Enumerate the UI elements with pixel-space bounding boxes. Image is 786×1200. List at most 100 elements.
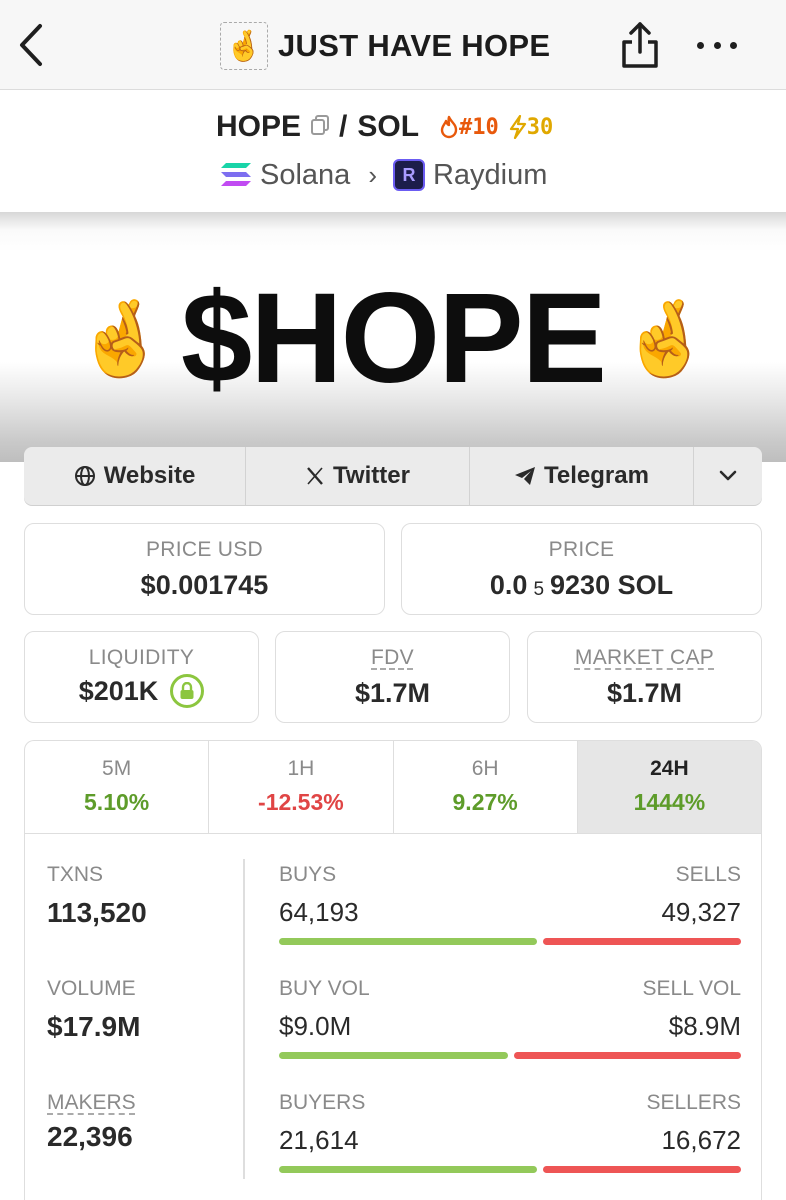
- liquidity-locked-button[interactable]: [170, 674, 205, 708]
- raydium-logo-icon: R: [392, 159, 425, 191]
- liquidity-card: LIQUIDITY $201K: [24, 631, 259, 723]
- buy-vol-value: $9.0M: [279, 1011, 352, 1041]
- buyers-sellers-bar: [279, 1166, 741, 1173]
- chevron-right-icon: ›: [368, 159, 377, 190]
- telegram-label: Telegram: [544, 462, 649, 489]
- pair-title: HOPE / SOL #10 30: [216, 107, 553, 147]
- sell-bar-fill: [514, 1052, 741, 1059]
- chain-breadcrumb: Solana › R Raydium: [220, 155, 547, 195]
- fdv-card[interactable]: FDV $1.7M: [275, 631, 510, 723]
- tab-6h[interactable]: 6H 9.27%: [394, 741, 578, 833]
- top-bar: 🤞 JUST HAVE HOPE: [0, 0, 786, 90]
- website-label: Website: [103, 462, 196, 489]
- pair-header: HOPE / SOL #10 30 Solana › R Raydium: [0, 91, 786, 211]
- share-button[interactable]: [620, 20, 660, 70]
- price-native-card: PRICE 0.0 5 9230 SOL: [401, 523, 762, 615]
- sell-vol-label: SELL VOL: [642, 977, 741, 1000]
- buy-bar-fill: [279, 1052, 509, 1059]
- lightning-icon: [509, 115, 526, 139]
- buy-sell-volume-stat: BUY VOL SELL VOL $9.0M $8.9M: [279, 977, 741, 1059]
- boost-badge[interactable]: 30: [509, 114, 554, 140]
- sells-value: 49,327: [661, 897, 741, 927]
- chevron-left-icon: [20, 24, 42, 66]
- fire-icon: [440, 115, 458, 139]
- price-native-label: PRICE: [548, 538, 615, 561]
- lock-icon: [180, 682, 194, 699]
- price-usd-card: PRICE USD $0.001745: [24, 523, 385, 615]
- sellers-value: 16,672: [661, 1125, 741, 1155]
- twitter-label: Twitter: [333, 462, 410, 489]
- liquidity-value: $201K: [78, 675, 159, 706]
- buy-bar-fill: [279, 1166, 537, 1173]
- tab-5m[interactable]: 5M 5.10%: [25, 741, 210, 833]
- tab-24h[interactable]: 24H 1444%: [577, 741, 761, 833]
- telegram-button[interactable]: Telegram: [470, 447, 694, 505]
- crossed-fingers-icon: 🤞: [220, 22, 268, 70]
- boost-value: 30: [526, 114, 554, 140]
- share-icon: [622, 22, 658, 68]
- buys-sells-stat: BUYS SELLS 64,193 49,327: [279, 863, 741, 945]
- token-banner: 🤞 $HOPE 🤞: [0, 212, 786, 462]
- buyers-label: BUYERS: [279, 1091, 366, 1114]
- sells-label: SELLS: [675, 863, 741, 886]
- change-1h: -12.53%: [258, 789, 344, 815]
- more-options-button[interactable]: [697, 30, 737, 60]
- price-usd-label: PRICE USD: [145, 538, 264, 561]
- market-cap-value: $1.7M: [606, 678, 683, 708]
- globe-icon: [74, 466, 95, 486]
- market-cap-card[interactable]: MARKET CAP $1.7M: [527, 631, 762, 723]
- chain-name[interactable]: Solana: [260, 159, 350, 192]
- price-usd-value: $0.001745: [140, 570, 269, 600]
- back-button[interactable]: [14, 22, 48, 68]
- buy-sell-volume-bar: [279, 1052, 741, 1059]
- stats-divider: [243, 859, 245, 1179]
- pair-separator: /: [339, 110, 348, 143]
- timeframe-tabs: 5M 5.10% 1H -12.53% 6H 9.27% 24H 1444%: [25, 741, 761, 834]
- sell-vol-value: $8.9M: [668, 1011, 741, 1041]
- banner-title: $HOPE: [181, 267, 607, 410]
- app-title: JUST HAVE HOPE: [278, 28, 551, 63]
- twitter-button[interactable]: Twitter: [246, 447, 470, 505]
- txns-label: TXNS: [47, 863, 104, 886]
- more-links-dropdown[interactable]: [694, 447, 762, 505]
- buys-label: BUYS: [279, 863, 337, 886]
- crossed-fingers-icon: 🤞: [618, 296, 712, 380]
- copy-icon: [311, 114, 330, 135]
- market-cap-label: MARKET CAP: [574, 646, 715, 669]
- liquidity-label: LIQUIDITY: [88, 646, 195, 669]
- solana-logo-icon: [221, 163, 251, 186]
- volume-label: VOLUME: [47, 977, 136, 1000]
- tab-1h[interactable]: 1H -12.53%: [209, 741, 394, 833]
- buy-vol-label: BUY VOL: [279, 977, 370, 1000]
- sell-bar-fill: [542, 938, 741, 945]
- crossed-fingers-icon: 🤞: [74, 296, 168, 380]
- makers-stat[interactable]: MAKERS 22,396: [47, 1091, 136, 1153]
- volume-stat: VOLUME $17.9M: [47, 977, 140, 1043]
- base-token-symbol: HOPE: [216, 110, 302, 143]
- copy-address-button[interactable]: [301, 114, 339, 141]
- trending-rank-badge[interactable]: #10: [439, 115, 499, 140]
- app-title-group: 🤞 JUST HAVE HOPE: [220, 22, 550, 70]
- buys-sells-bar: [279, 938, 741, 945]
- chevron-down-icon: [719, 470, 737, 481]
- fdv-label: FDV: [371, 646, 414, 669]
- buy-bar-fill: [279, 938, 537, 945]
- quote-token-symbol: SOL: [357, 110, 420, 143]
- makers-value: 22,396: [47, 1121, 133, 1152]
- change-5m: 5.10%: [84, 789, 150, 815]
- volume-value: $17.9M: [47, 1011, 141, 1042]
- sell-bar-fill: [542, 1166, 741, 1173]
- makers-label: MAKERS: [47, 1091, 136, 1114]
- trending-rank-value: #10: [459, 114, 499, 140]
- buyers-value: 21,614: [279, 1125, 359, 1155]
- paper-plane-icon: [515, 467, 536, 485]
- fdv-value: $1.7M: [354, 678, 431, 708]
- dex-name[interactable]: Raydium: [433, 159, 547, 192]
- price-native-value: 0.0 5 9230 SOL: [489, 570, 674, 600]
- txns-stat: TXNS 113,520: [47, 863, 147, 929]
- website-button[interactable]: Website: [24, 447, 246, 505]
- buys-value: 64,193: [279, 897, 359, 927]
- txns-value: 113,520: [47, 897, 147, 928]
- social-links-bar: Website Twitter Telegram: [24, 447, 762, 505]
- change-6h: 9.27%: [452, 789, 518, 815]
